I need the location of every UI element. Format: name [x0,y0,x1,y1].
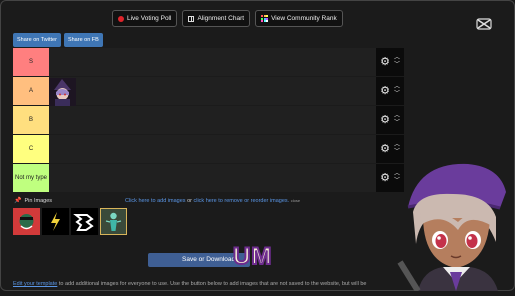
record-icon [118,15,124,22]
edit-template-link[interactable]: Edit your template [13,281,57,287]
chevron-down-icon[interactable]: ﹀ [394,120,400,127]
live-poll-label: Live Voting Poll [127,15,172,22]
pin-images-label: Pin Images [24,197,52,204]
gear-icon[interactable]: ⚙ [380,57,390,68]
reorder-arrows: ︿ ﹀ [394,113,400,127]
tier-label[interactable]: C [13,135,49,163]
tier-list: S ⚙ ︿ ﹀ A ⚙ ︿ ﹀ B ⚙ ︿ ﹀ C ⚙ ︿ ﹀ Not my t… [13,48,404,193]
image-pool [13,208,127,235]
tier-controls: ⚙ ︿ ﹀ [376,106,404,134]
tier-dropzone[interactable] [49,164,376,192]
reorder-images-link[interactable]: click here to remove or reorder images. [193,198,289,204]
pin-images-toggle[interactable]: 📌 Pin Images [14,197,52,205]
reorder-arrows: ︿ ﹀ [394,55,400,69]
pool-image-thumbnail[interactable] [42,208,69,235]
chevron-down-icon[interactable]: ﹀ [394,62,400,69]
chevron-up-icon[interactable]: ︿ [394,142,400,149]
community-rank-label: View Community Rank [271,15,337,22]
tier-row-b: B ⚙ ︿ ﹀ [13,106,404,134]
share-twitter-button[interactable]: Share on Twitter [13,33,61,47]
alignment-chart-label: Alignment Chart [197,15,245,22]
pin-icon: 📌 [14,198,22,204]
footer-text: Edit your template to add additional ima… [13,281,413,287]
chevron-up-icon[interactable]: ︿ [394,113,400,120]
tier-controls: ⚙ ︿ ﹀ [376,48,404,76]
tier-row-c: C ⚙ ︿ ﹀ [13,135,404,163]
tier-row-a: A ⚙ ︿ ﹀ [13,77,404,106]
share-bar: Share on Twitter Share on FB [13,33,103,47]
close-help-link[interactable]: close [291,198,300,203]
tier-label[interactable]: A [13,77,49,105]
share-fb-button[interactable]: Share on FB [63,33,103,47]
pool-image-thumbnail[interactable] [13,208,40,235]
streamer-avatar [388,152,515,293]
pool-image-thumbnail[interactable] [71,208,98,235]
gear-icon[interactable]: ⚙ [380,86,390,97]
chevron-down-icon[interactable]: ﹀ [394,91,400,98]
add-images-link[interactable]: Click here to add images [125,198,186,204]
tier-row-not-my-type: Not my type ⚙ ︿ ﹀ [13,164,404,192]
tier-dropzone[interactable] [49,106,376,134]
top-toolbar: Live Voting Poll Alignment Chart View Co… [112,10,343,27]
reorder-arrows: ︿ ﹀ [394,84,400,98]
chevron-up-icon[interactable]: ︿ [394,55,400,62]
rank-grid-icon [261,15,269,22]
tier-dropzone[interactable] [49,77,376,106]
tier-dropzone[interactable] [49,135,376,163]
tier-label[interactable]: Not my type [13,164,49,192]
character-thumbnail[interactable] [49,77,76,106]
or-text: or [187,198,192,204]
tier-label[interactable]: S [13,48,49,76]
tier-label[interactable]: B [13,106,49,134]
gear-icon[interactable]: ⚙ [380,115,390,126]
footer-description: to add additional images for everyone to… [58,281,367,287]
chevron-up-icon[interactable]: ︿ [394,84,400,91]
grid-icon [188,15,195,22]
pool-image-thumbnail[interactable] [100,208,127,235]
alignment-chart-button[interactable]: Alignment Chart [182,10,251,27]
tier-row-s: S ⚙ ︿ ﹀ [13,48,404,76]
overlay-caption: UM [232,242,273,271]
live-poll-button[interactable]: Live Voting Poll [112,10,178,27]
tier-dropzone[interactable] [49,48,376,76]
capcut-logo-icon [475,17,493,31]
tier-controls: ⚙ ︿ ﹀ [376,77,404,105]
image-help-text: Click here to add images or click here t… [125,198,300,204]
community-rank-button[interactable]: View Community Rank [255,10,343,27]
